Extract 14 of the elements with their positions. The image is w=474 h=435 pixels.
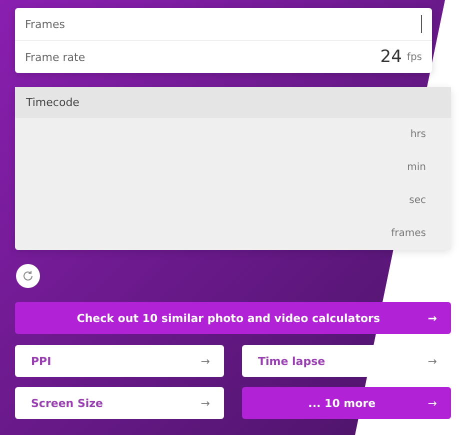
refresh-icon [22, 270, 34, 282]
field-label: Frame rate [25, 50, 86, 64]
unit-label: frames [391, 228, 426, 239]
field-label: Frames [25, 18, 66, 30]
unit-label: fps [406, 52, 422, 62]
similar-calculators-button[interactable]: Check out 10 similar photo and video calculators → [15, 302, 451, 334]
unit-label: min [407, 162, 426, 173]
section-title: Timecode [26, 96, 80, 109]
number-field[interactable]: 24 [342, 47, 402, 67]
calculator-link-button[interactable]: Screen Size → [15, 387, 224, 419]
calculator-link-button[interactable]: ... 10 more → [242, 387, 451, 419]
unit-label: sec [409, 195, 426, 206]
unit-label: hrs [410, 129, 426, 140]
calculator-link-button[interactable]: PPI → [15, 345, 224, 377]
